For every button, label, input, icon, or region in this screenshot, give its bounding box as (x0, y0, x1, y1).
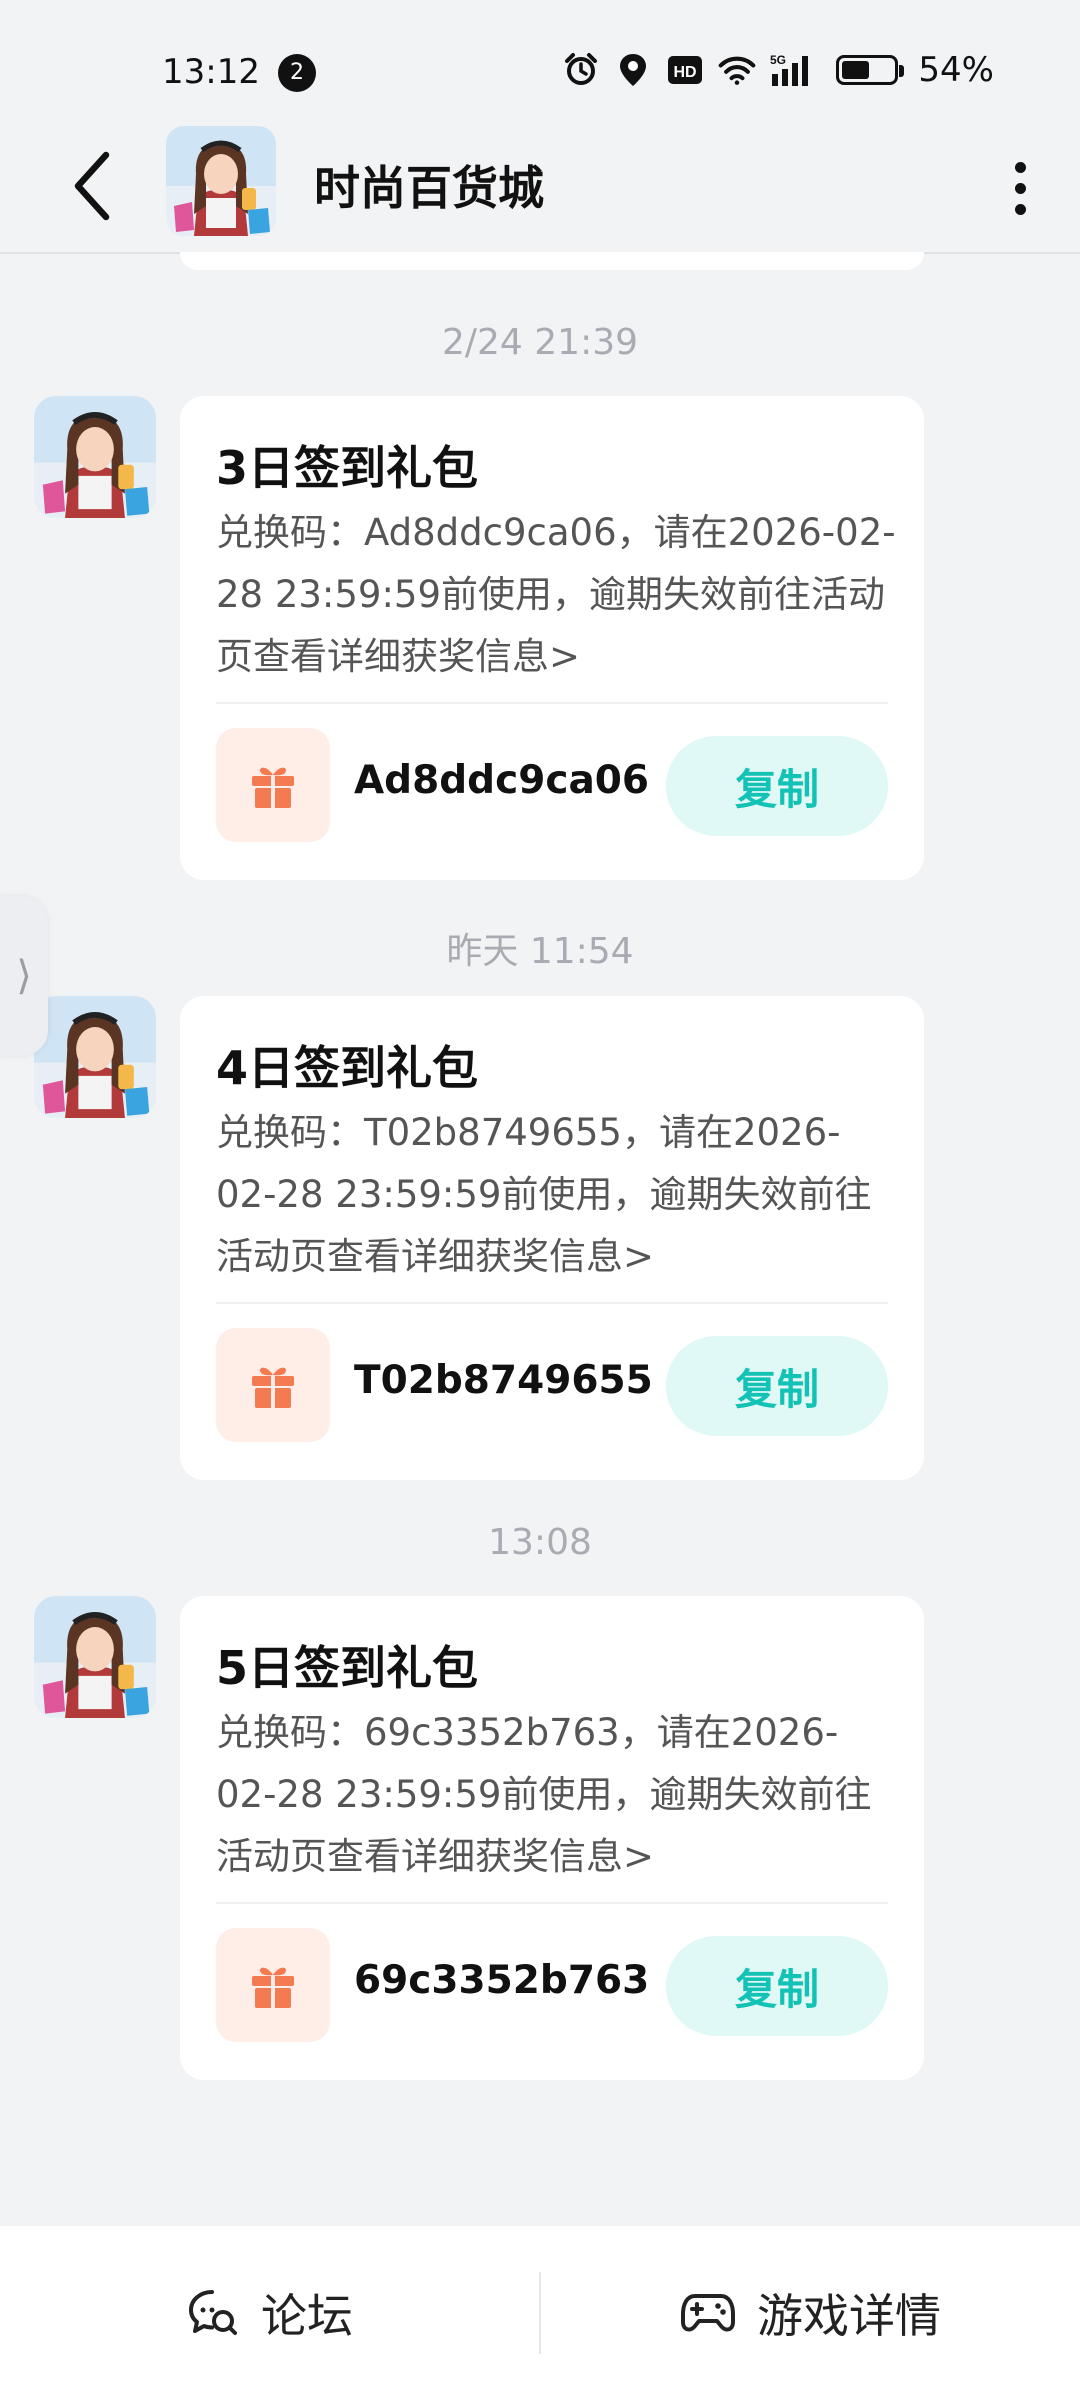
sender-avatar[interactable] (34, 996, 156, 1118)
gift-message-card[interactable]: 4日签到礼包 兑换码：T02b8749655，请在2026-02-28 23:5… (180, 996, 924, 1480)
battery-percentage: 54% (918, 50, 994, 90)
game-details-tab[interactable]: 游戏详情 (542, 2226, 1080, 2400)
status-bar: 13:12 2 HD 5G 54% (0, 0, 1080, 120)
hd-icon: HD (666, 51, 704, 89)
game-details-tab-label: 游戏详情 (757, 2289, 941, 2343)
chevron-right-icon: ⟩ (16, 953, 32, 999)
chevron-left-icon (74, 151, 110, 221)
battery-fill (842, 61, 870, 79)
alarm-icon (562, 51, 600, 89)
more-options-button[interactable] (990, 148, 1050, 228)
forum-icon (185, 2286, 239, 2340)
message-timestamp: 昨天 11:54 (446, 931, 634, 972)
wifi-icon (718, 51, 756, 89)
status-time: 13:12 (162, 52, 260, 92)
redeem-code: T02b8749655 (354, 1358, 653, 1403)
gift-message-card[interactable]: 5日签到礼包 兑换码：69c3352b763，请在2026-02-28 23:5… (180, 1596, 924, 2080)
message-timestamp: 2/24 21:39 (441, 322, 639, 363)
bottom-divider (539, 2272, 541, 2354)
svg-text:5G: 5G (770, 53, 786, 67)
bottom-navigation: 论坛 游戏详情 (0, 2226, 1080, 2400)
copy-button[interactable]: 复制 (666, 1936, 888, 2036)
gift-icon (216, 728, 330, 842)
status-icons: HD 5G 54% (562, 50, 994, 90)
gift-icon (216, 1928, 330, 2042)
message-timestamp: 13:08 (488, 1522, 592, 1563)
gift-icon (216, 1328, 330, 1442)
redeem-code: 69c3352b763 (354, 1958, 650, 2003)
location-icon (614, 51, 652, 89)
gift-title: 5日签到礼包 (216, 1641, 479, 1695)
gift-description[interactable]: 兑换码：69c3352b763，请在2026-02-28 23:59:59前使用… (216, 1702, 896, 1888)
more-dot (1014, 203, 1026, 215)
previous-message-card (180, 252, 924, 270)
copy-button[interactable]: 复制 (666, 736, 888, 836)
gift-description[interactable]: 兑换码：Ad8ddc9ca06，请在2026-02-28 23:59:59前使用… (216, 502, 896, 688)
gamepad-icon (681, 2286, 735, 2340)
more-dot (1014, 182, 1026, 194)
svg-text:HD: HD (674, 64, 697, 81)
card-divider (216, 702, 888, 704)
battery-icon (836, 55, 905, 85)
copy-button[interactable]: 复制 (666, 1336, 888, 1436)
forum-tab[interactable]: 论坛 (0, 2226, 538, 2400)
back-button[interactable] (56, 144, 128, 228)
forum-tab-label: 论坛 (261, 2289, 353, 2343)
chat-header: 时尚百货城 (0, 120, 1080, 254)
notification-count-badge: 2 (278, 54, 316, 92)
redeem-code: Ad8ddc9ca06 (354, 758, 650, 803)
gift-description[interactable]: 兑换码：T02b8749655，请在2026-02-28 23:59:59前使用… (216, 1102, 896, 1288)
sender-avatar[interactable] (34, 1596, 156, 1718)
card-divider (216, 1902, 888, 1904)
page-title: 时尚百货城 (314, 161, 544, 215)
side-drawer-handle[interactable]: ⟩ (0, 896, 48, 1056)
card-divider (216, 1302, 888, 1304)
gift-message-card[interactable]: 3日签到礼包 兑换码：Ad8ddc9ca06，请在2026-02-28 23:5… (180, 396, 924, 880)
sender-avatar[interactable] (34, 396, 156, 518)
shop-avatar[interactable] (166, 126, 276, 236)
5g-signal-icon: 5G (770, 51, 822, 89)
gift-title: 3日签到礼包 (216, 441, 479, 495)
gift-title: 4日签到礼包 (216, 1041, 479, 1095)
more-dot (1014, 161, 1026, 173)
